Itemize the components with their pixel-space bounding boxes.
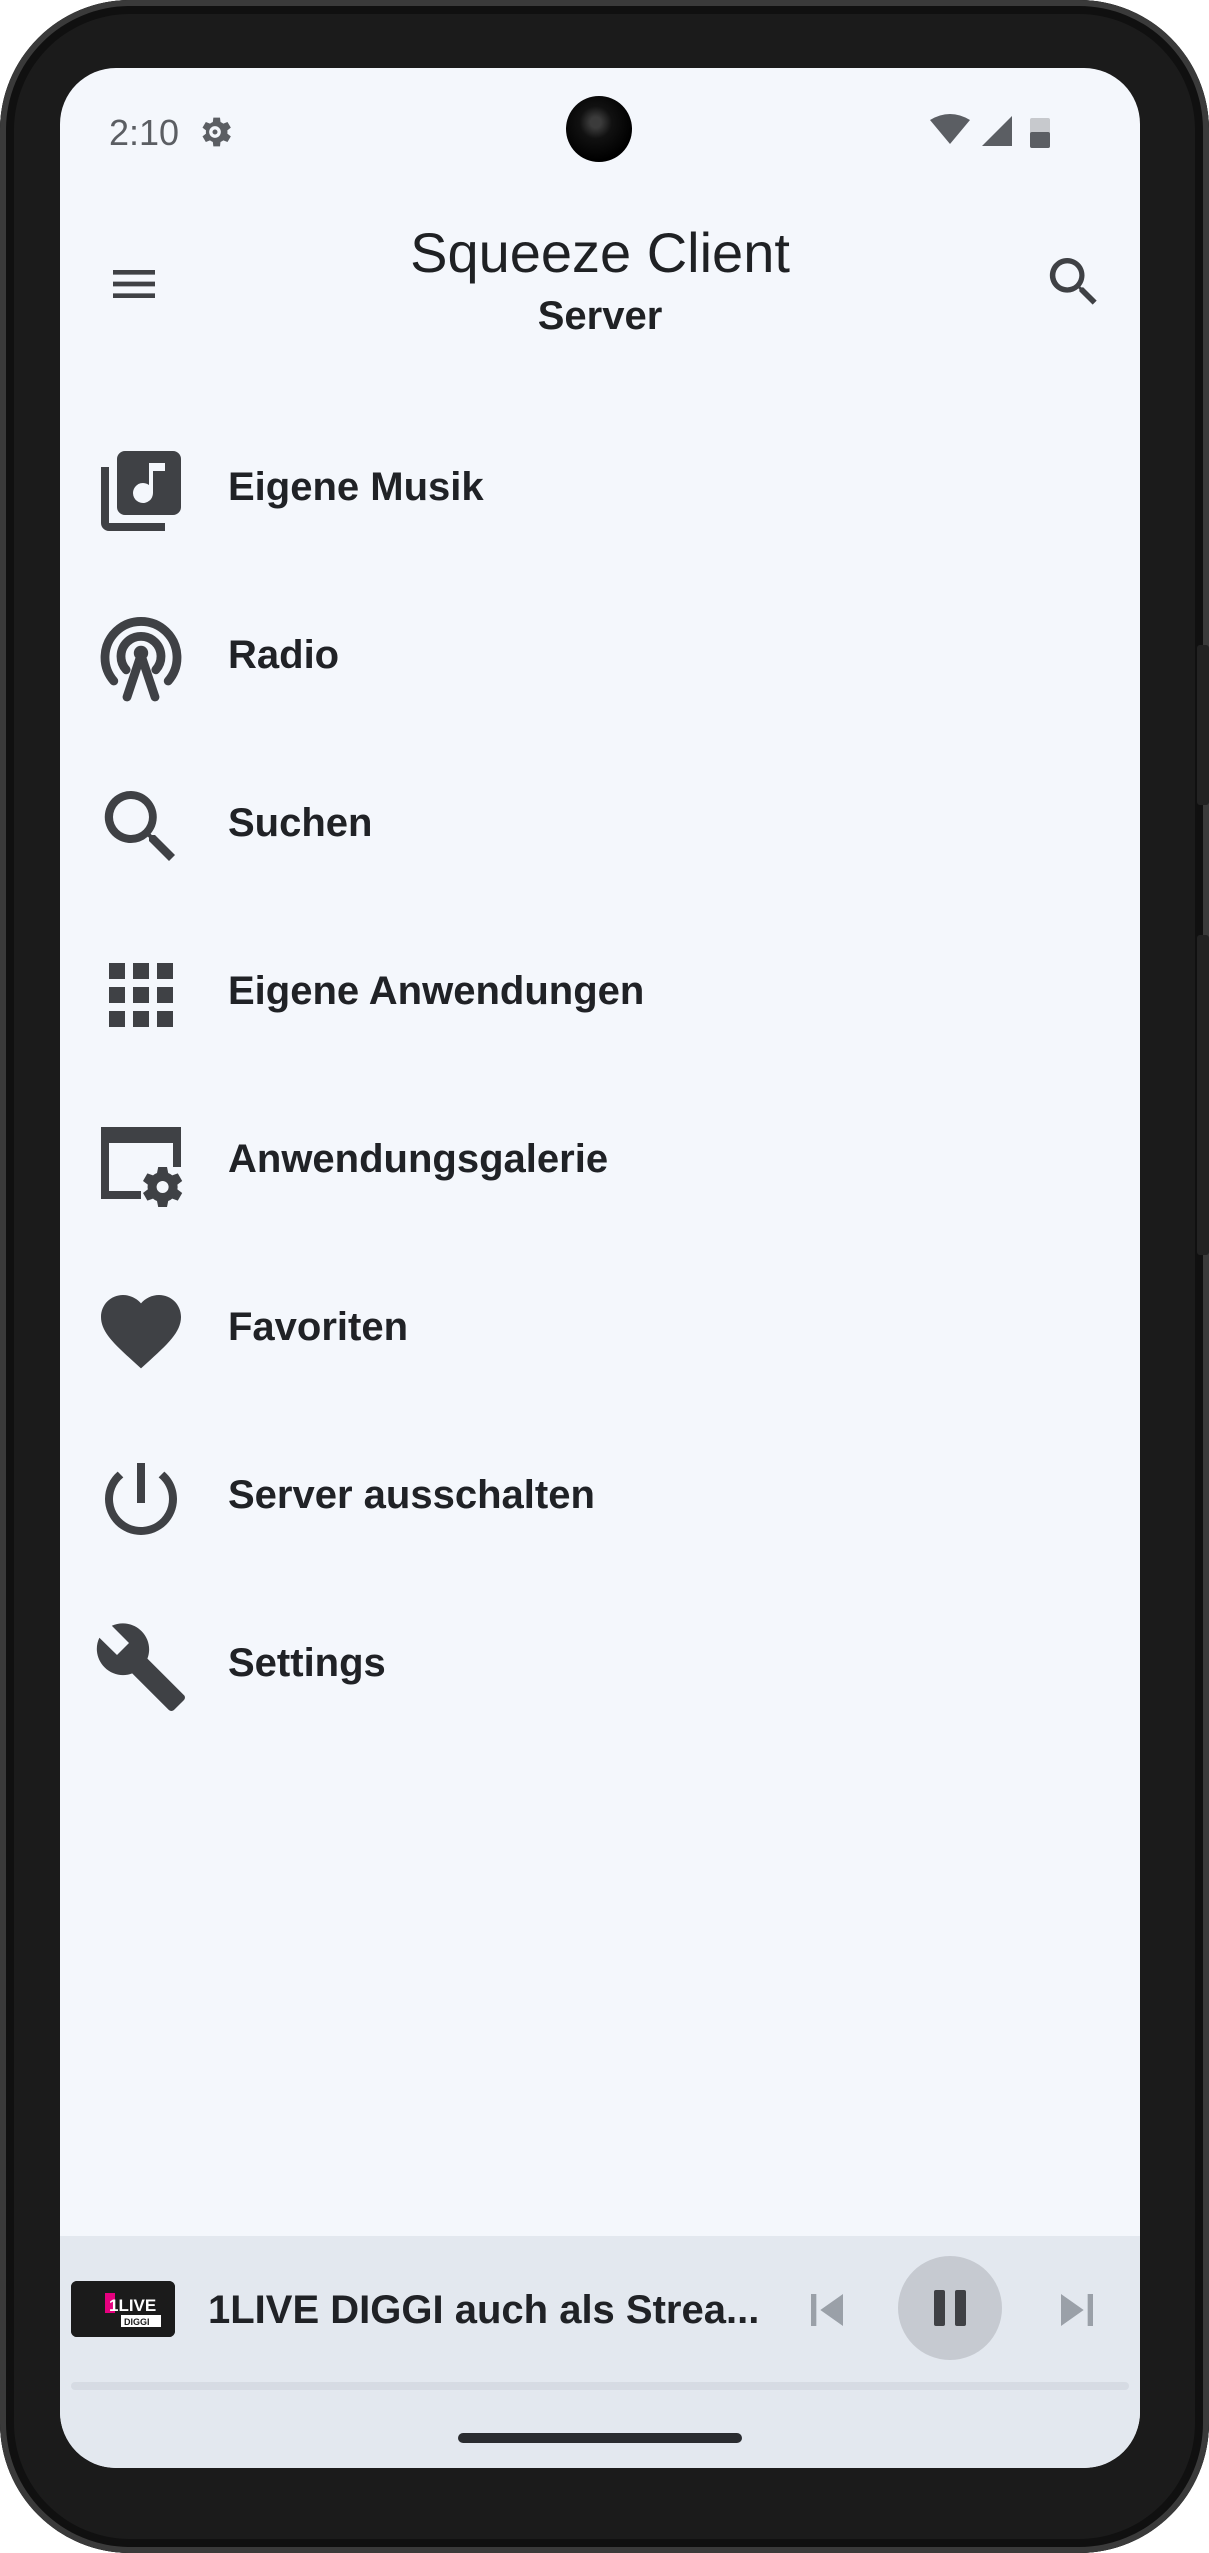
menu-item-radio[interactable]: Radio [60, 571, 1140, 739]
front-camera [566, 96, 632, 162]
home-gesture-handle[interactable] [458, 2433, 742, 2443]
station-artwork: 1LIVE DIGGI [71, 2281, 175, 2337]
menu-item-eigene-anwendungen[interactable]: Eigene Anwendungen [60, 907, 1140, 1075]
main-menu: Eigene Musik Radio Suchen Eigene Anwendu… [60, 403, 1140, 1747]
status-time: 2:10 [109, 112, 180, 153]
app-subtitle: Server [537, 294, 663, 338]
menu-item-label: Server ausschalten [228, 1473, 595, 1517]
menu-item-label: Radio [228, 633, 340, 677]
skip-next-icon[interactable] [1045, 2278, 1109, 2342]
now-playing-title: 1LIVE DIGGI auch als Strea... [208, 2288, 760, 2332]
skip-previous-icon[interactable] [795, 2278, 859, 2342]
menu-item-favoriten[interactable]: Favoriten [60, 1243, 1140, 1411]
menu-item-eigene-musik[interactable]: Eigene Musik [60, 403, 1140, 571]
menu-item-settings[interactable]: Settings [60, 1579, 1140, 1747]
volume-key [1197, 935, 1209, 1255]
menu-item-label: Suchen [228, 801, 373, 845]
menu-item-label: Anwendungsgalerie [228, 1137, 609, 1181]
menu-item-anwendungsgalerie[interactable]: Anwendungsgalerie [60, 1075, 1140, 1243]
search-icon [93, 779, 189, 875]
screen: 2:10 Squeeze Client Server Eigene Musik … [60, 68, 1140, 2468]
artwork-main-text: 1LIVE [109, 2296, 156, 2315]
signal-icon [982, 116, 1012, 146]
menu-item-label: Eigene Musik [228, 465, 484, 509]
battery-icon [1030, 118, 1050, 148]
wifi-icon [930, 114, 970, 144]
settings-gear-icon [195, 112, 235, 152]
menu-item-server-ausschalten[interactable]: Server ausschalten [60, 1411, 1140, 1579]
music-library-icon [93, 443, 189, 539]
artwork-sub-text: DIGGI [124, 2317, 150, 2327]
pause-button[interactable] [898, 2256, 1002, 2360]
app-title: Squeeze Client [410, 221, 790, 284]
power-icon [93, 1451, 189, 1547]
menu-item-label: Eigene Anwendungen [228, 969, 645, 1013]
device-frame: 2:10 Squeeze Client Server Eigene Musik … [0, 0, 1209, 2553]
pause-icon [934, 2290, 966, 2326]
wrench-icon [93, 1619, 189, 1715]
menu-item-label: Settings [228, 1641, 386, 1685]
menu-item-label: Favoriten [228, 1305, 409, 1349]
radio-tower-icon [93, 611, 189, 707]
apps-grid-icon [93, 947, 189, 1043]
search-icon[interactable] [1042, 250, 1106, 314]
status-icons [930, 112, 1080, 152]
power-key [1197, 645, 1209, 805]
heart-icon [93, 1283, 189, 1379]
playback-progress[interactable] [71, 2382, 1129, 2390]
app-gallery-icon [93, 1115, 189, 1211]
menu-item-suchen[interactable]: Suchen [60, 739, 1140, 907]
